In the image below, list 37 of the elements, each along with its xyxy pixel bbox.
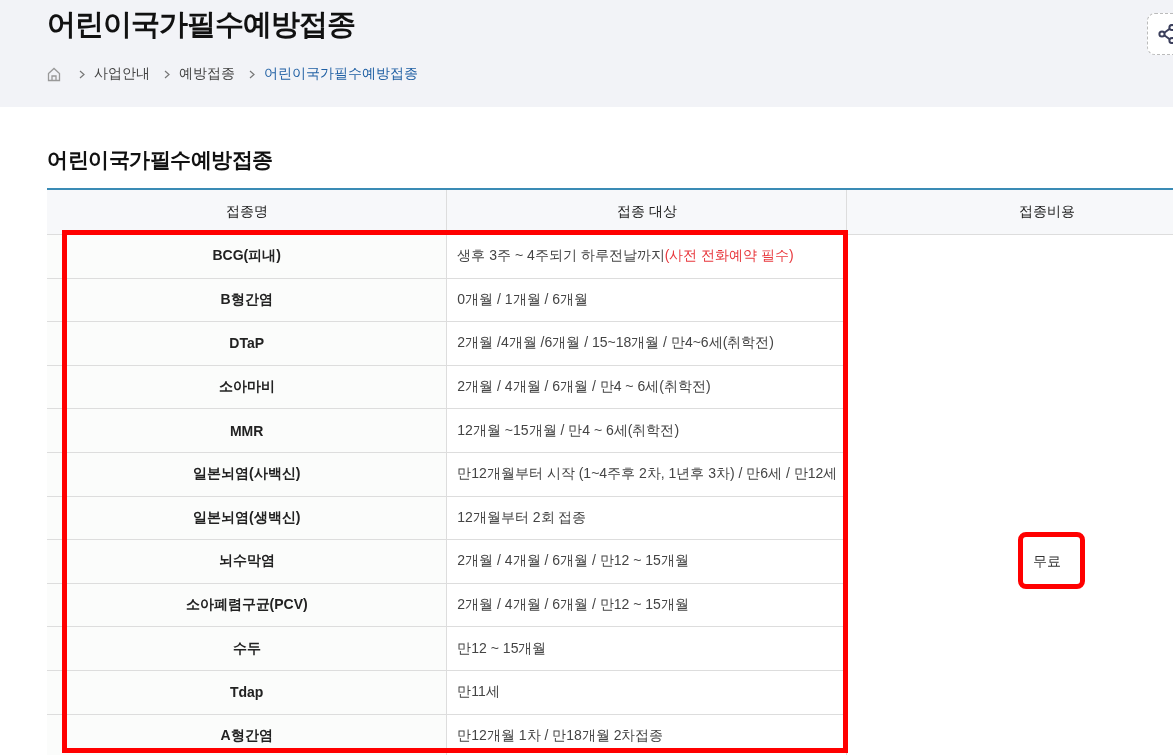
section-title: 어린이국가필수예방접종	[46, 147, 274, 173]
target-text: 만12개월 1차 / 만18개월 2차접종	[457, 726, 664, 743]
target-text: 만12 ~ 15개월	[457, 639, 547, 656]
vaccine-name-cell: 뇌수막염	[47, 539, 447, 584]
breadcrumb-link[interactable]: 어린이국가필수예방접종	[264, 65, 418, 83]
column-header: 접종명	[47, 189, 447, 235]
vaccine-name-cell: BCG(피내)	[47, 234, 447, 279]
note-text: (사전 전화예약 필수)	[664, 247, 794, 264]
breadcrumb-link[interactable]: 사업안내	[94, 65, 150, 83]
target-text: 12개월 ~15개월 / 만4 ~ 6세(취학전)	[457, 421, 680, 438]
vaccine-name-cell: 수두	[47, 626, 447, 671]
breadcrumb-link[interactable]: 예방접종	[179, 65, 235, 83]
column-header: 접종비용	[846, 189, 1173, 235]
vaccine-name-cell: 일본뇌염(생백신)	[47, 496, 447, 540]
vaccine-name-cell: Tdap	[47, 670, 447, 715]
target-text: 2개월 / 4개월 / 6개월 / 만4 ~ 6세(취학전)	[457, 378, 711, 395]
vaccine-name-cell: 소아마비	[47, 365, 447, 409]
chevron-icon	[249, 69, 255, 79]
vaccine-name-cell: 소아폐렴구균(PCV)	[47, 583, 447, 627]
target-text: 만12개월부터 시작 (1~4주후 2차, 1년후 3차) / 만6세 / 만12세	[457, 465, 838, 482]
chevron-icon	[79, 69, 85, 79]
vaccine-name-cell: MMR	[47, 408, 447, 453]
target-text: 생후 3주 ~ 4주되기 하루전날까지	[457, 247, 665, 264]
target-text: 2개월 / 4개월 / 6개월 / 만12 ~ 15개월	[457, 596, 689, 613]
chevron-icon	[164, 69, 170, 79]
target-text: 2개월 /4개월 /6개월 / 15~18개월 / 만4~6세(취학전)	[457, 334, 774, 351]
target-text: 2개월 / 4개월 / 6개월 / 만12 ~ 15개월	[457, 552, 689, 569]
page-title: 어린이국가필수예방접종	[47, 7, 355, 42]
vaccine-name-cell: B형간염	[47, 278, 447, 322]
cost-text: 무료	[1032, 553, 1061, 569]
home-icon[interactable]	[47, 66, 61, 82]
target-text: 12개월부터 2회 접종	[457, 508, 587, 525]
target-text: 0개월 / 1개월 / 6개월	[457, 290, 589, 307]
share-icon	[1158, 24, 1173, 44]
target-text: 만11세	[457, 683, 500, 700]
vaccine-name-cell: DTaP	[47, 321, 447, 366]
vaccine-name-cell: 일본뇌염(사백신)	[47, 452, 447, 497]
